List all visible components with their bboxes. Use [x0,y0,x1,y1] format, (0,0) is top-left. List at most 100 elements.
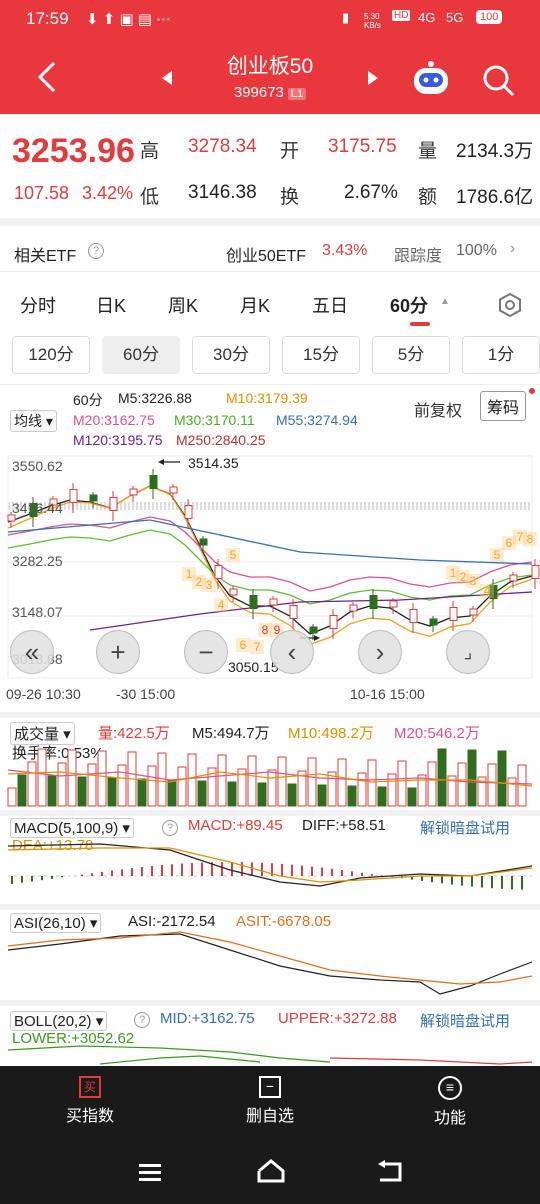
ma-period: 60分 [73,392,103,408]
y-tick-1: 3550.62 [12,458,63,474]
price-change: 107.58 [14,183,70,203]
high-label: 高 [140,141,160,162]
macd-chart[interactable] [0,836,540,904]
functions-button[interactable]: ≡ 功能 [414,1076,486,1128]
chip-30min[interactable]: 30分 [192,336,270,374]
arrow-head-icon [314,635,320,641]
volume-bar [377,786,387,807]
boll-chart[interactable] [0,1044,540,1066]
hd-icon: HD [392,10,411,21]
level-badge: L1 [287,88,307,100]
chip-60min[interactable]: 60分 [102,336,180,374]
macd-selector-label: MACD(5,100,9) [14,820,119,837]
open-value: 3175.75 [328,136,397,157]
boll-selector-label: BOLL(20,2) [14,1013,92,1030]
tab-weekly[interactable]: 周K [168,292,198,318]
fullscreen-button[interactable]: ⌟ [446,630,490,674]
tab-daily[interactable]: 日K [96,292,126,318]
adjust-mode[interactable]: 前复权 [414,397,462,421]
volume-bar [487,763,497,807]
volume-bar [47,775,57,807]
tab-intraday[interactable]: 分时 [20,292,56,318]
asit-line [7,931,533,985]
volume-bar [177,766,187,807]
buy-icon: 买 [79,1076,101,1098]
notification-icons: ⬇ ⬆ ▣ ▤ ⋯ [86,11,172,28]
arrow-head-icon [158,459,164,465]
volume-bar [467,749,477,807]
volume-bar [507,777,517,807]
candle-body [149,475,158,489]
next-candle-button[interactable]: › [358,630,402,674]
nav-menu-icon[interactable] [138,1162,162,1182]
previous-candle-button[interactable]: ‹ [270,630,314,674]
zoom-in-button[interactable]: + [96,630,140,674]
macd-selector[interactable]: MACD(5,100,9) ▾ [10,818,134,838]
chip-15min[interactable]: 15分 [282,336,360,374]
tab-60min[interactable]: 60分 [390,292,428,318]
candlesticks [7,469,540,640]
volume-bar [217,754,227,807]
candle-body [469,608,478,616]
nav-home-icon[interactable] [256,1158,286,1184]
volume-bar [67,749,77,807]
candle-body [129,488,138,496]
clock: 17:59 [26,9,69,28]
ma5-value: M5:3226.88 [118,390,192,406]
signal-badge: 7 [250,640,264,654]
high-value: 3278.34 [188,136,257,157]
signal-badge: 4 [214,598,228,612]
low-value: 3146.38 [188,182,257,203]
remove-watchlist-button[interactable]: − 删自选 [234,1076,306,1126]
candle-body [531,565,540,579]
robot-assistant-icon[interactable] [410,58,452,98]
boll-selector[interactable]: BOLL(20,2) ▾ [10,1011,108,1031]
volume-bar [7,787,17,807]
volume-bar [87,763,97,807]
chevron-right-icon: › [510,240,516,257]
search-icon[interactable] [480,62,516,98]
next-stock-icon[interactable] [366,70,380,86]
volume-bar [27,761,37,807]
net-speed: 5.30 KB/s [364,12,381,30]
help-icon[interactable]: ? [88,243,104,259]
turnover-value: 2.67% [344,182,398,203]
volume-bar [347,785,357,807]
candle-body [69,489,78,503]
ma120-value: M120:3195.75 [73,432,163,448]
nav-back-icon[interactable] [376,1160,404,1184]
chip-120min[interactable]: 120分 [12,336,90,374]
volume-bar [337,758,347,807]
volume-bar [267,769,277,807]
active-tab-indicator [410,322,430,326]
etf-label: 相关ETF [14,248,77,265]
buy-index-button[interactable]: 买 买指数 [54,1076,126,1126]
tab-five-day[interactable]: 五日 [312,292,348,318]
scroll-left-button[interactable]: « [10,630,54,674]
ma-selector[interactable]: 均线 ▾ [10,410,57,432]
unlock-dark-trading-link[interactable]: 解锁暗盘试用 [420,1010,510,1031]
volume-current: 量:422.5万 [98,725,170,742]
divider [0,1000,540,1006]
volume-selector-label: 成交量 [14,726,60,743]
related-etf-row[interactable]: 相关ETF ? 创业50ETF 3.43% 跟踪度 100% › [0,226,540,272]
signal-badge: 8 [523,532,537,546]
status-bar: 17:59 ⬇ ⬆ ▣ ▤ ⋯ ▮ 5.30 KB/s HD 4G 5G 100 [0,0,540,40]
zoom-out-button[interactable]: − [184,630,228,674]
help-icon[interactable]: ? [134,1012,150,1028]
asi-chart[interactable] [0,930,540,998]
settings-hex-icon[interactable] [497,292,523,318]
candle-body [169,486,178,494]
unlock-dark-trading-link[interactable]: 解锁暗盘试用 [420,817,510,838]
chip-distribution-button[interactable]: 筹码 [480,391,527,421]
tab-monthly[interactable]: 月K [240,292,270,318]
boll-upper-line [329,1057,533,1065]
chip-1min[interactable]: 1分 [462,336,540,374]
ma55-value: M55:3274.94 [276,412,358,428]
ma10-value: M10:3179.39 [226,390,308,406]
help-icon[interactable]: ? [162,820,178,836]
volume-chart[interactable] [0,742,540,808]
macd-value: MACD:+89.45 [188,817,283,834]
chip-5min[interactable]: 5分 [372,336,450,374]
candle-body [249,595,258,609]
